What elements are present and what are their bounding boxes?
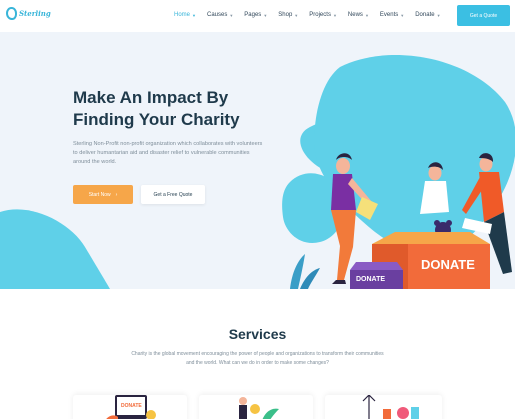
nav-item-news[interactable]: News ▼ (348, 12, 369, 18)
chevron-down-icon: ▼ (364, 12, 369, 18)
nav-item-label: Shop (278, 12, 293, 18)
nav-item-shop[interactable]: Shop ▼ (278, 12, 298, 18)
hero-title-line2: Finding Your Charity (73, 110, 240, 129)
nav-item-projects[interactable]: Projects ▼ (309, 12, 337, 18)
nav-item-events[interactable]: Events ▼ (380, 12, 404, 18)
chevron-down-icon: ▼ (192, 12, 196, 18)
nav-item-label: Projects (309, 12, 331, 18)
hero-title-line1: Make An Impact By (73, 88, 229, 107)
chevron-down-icon: ▼ (400, 12, 405, 18)
hero-title: Make An Impact By Finding Your Charity (73, 87, 283, 131)
nav-item-home[interactable]: Home ▼ (174, 12, 196, 18)
nav-item-label: Events (379, 12, 399, 18)
chevron-down-icon: ▼ (436, 12, 441, 18)
card-donate-label: DONATE (121, 403, 142, 409)
hero-description: Sterling Non-Profit non-profit organizat… (73, 141, 263, 165)
nav-item-label: Home (174, 12, 191, 18)
chevron-down-icon: ▼ (263, 12, 268, 18)
logo[interactable]: Sterling (6, 7, 51, 20)
service-card-donate[interactable]: DONATE (73, 395, 187, 419)
nav-item-label: Pages (244, 12, 262, 18)
chevron-down-icon: ▼ (229, 12, 234, 18)
person-shirt (420, 181, 449, 214)
donate-box-label: DONATE (421, 257, 475, 272)
leaf (300, 268, 320, 289)
get-free-quote-button[interactable]: Get a Free Quote (141, 185, 205, 204)
support-card-illustration (362, 395, 419, 419)
site-header: Sterling Home ▼ Causes ▼ Pages ▼ Shop ▼ Proj… (0, 0, 515, 32)
nav-item-label: Causes (206, 12, 228, 18)
arrow-right-icon: › (115, 191, 118, 198)
nav-item-donate[interactable]: Donate ▼ (415, 12, 440, 18)
start-now-button[interactable]: Start Now › (73, 185, 133, 204)
hero-section: Make An Impact By Finding Your Charity S… (0, 32, 515, 289)
nav-item-label: News (347, 12, 363, 18)
logo-drop-icon (6, 7, 17, 20)
small-donate-box-label: DONATE (356, 276, 386, 283)
get-a-quote-button[interactable]: Get a Quote (457, 5, 510, 26)
main-nav: Home ▼ Causes ▼ Pages ▼ Shop ▼ Projects ▼ New… (174, 12, 452, 18)
start-now-label: Start Now (88, 191, 111, 198)
services-title: Services (228, 326, 287, 342)
volunteer-card-illustration (239, 397, 279, 419)
service-card-support[interactable] (325, 395, 442, 419)
chevron-down-icon: ▼ (332, 12, 337, 18)
nav-item-label: Donate (415, 12, 435, 18)
chevron-down-icon: ▼ (294, 12, 299, 18)
nav-item-causes[interactable]: Causes ▼ (207, 12, 233, 18)
service-card-volunteer[interactable] (199, 395, 313, 419)
services-description: Charity is the global movement encouragi… (131, 351, 384, 366)
logo-text: Sterling (19, 9, 51, 18)
blob-left (0, 209, 110, 289)
nav-item-pages[interactable]: Pages ▼ (244, 12, 267, 18)
person-head (336, 158, 350, 174)
